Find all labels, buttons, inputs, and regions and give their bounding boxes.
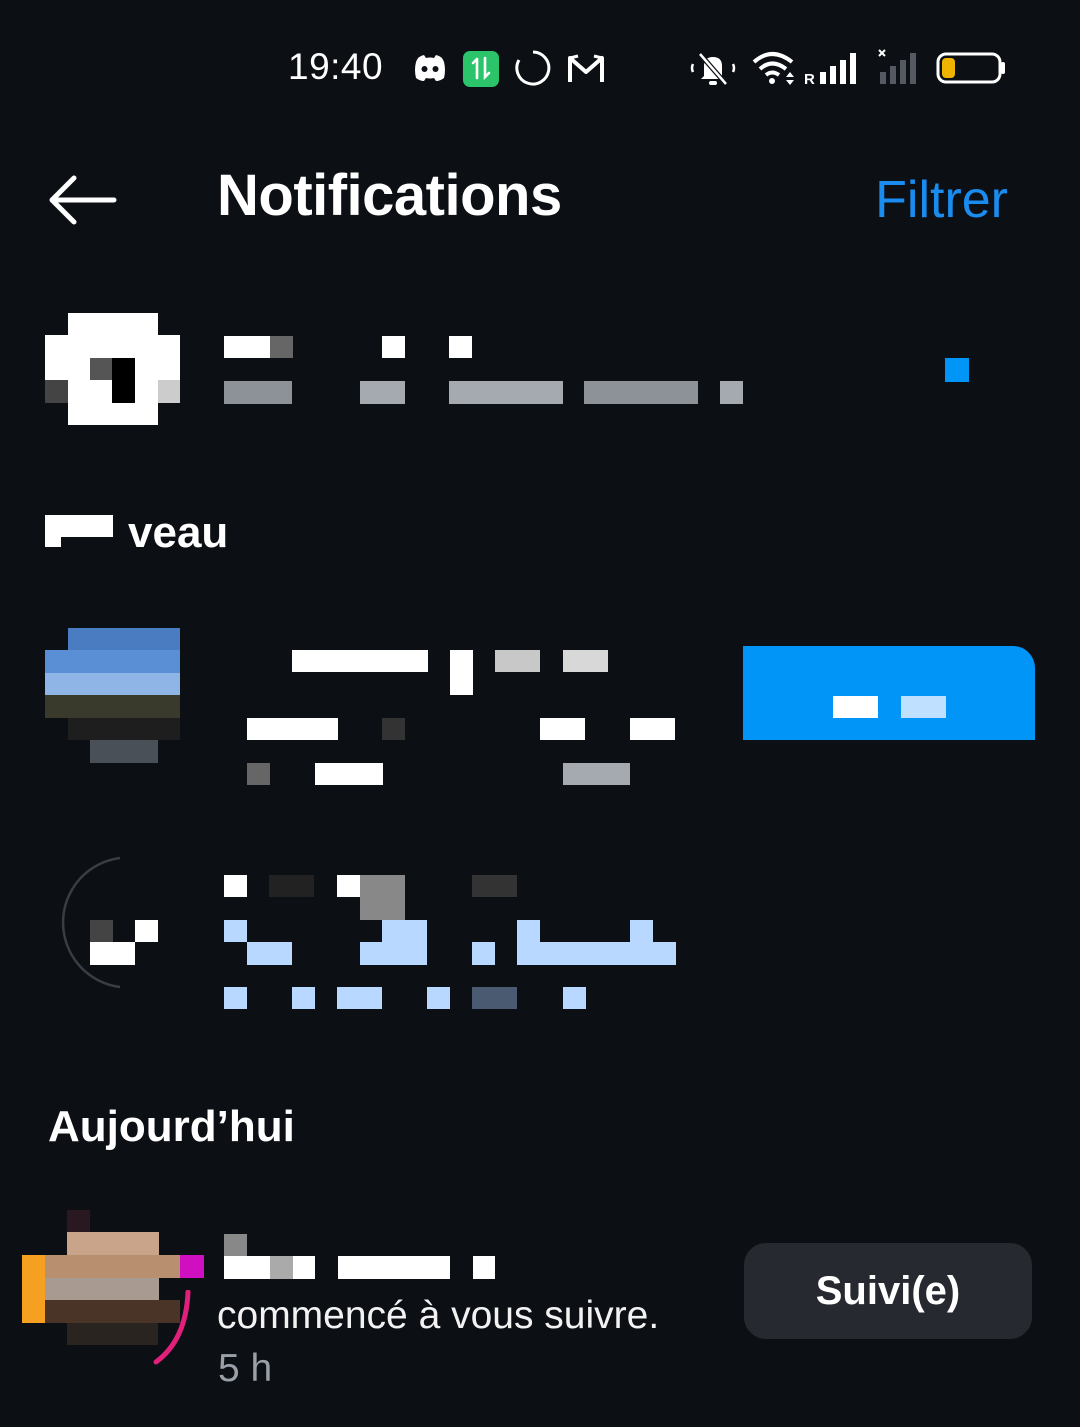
filter-button[interactable]: Filtrer <box>875 170 1008 230</box>
gmail-icon <box>568 54 604 82</box>
status-bar: 19:40 R <box>0 0 1080 130</box>
pixelated-text <box>45 515 125 547</box>
pixelated-text <box>833 696 946 718</box>
pixelated-avatar <box>45 628 180 763</box>
notification-time: 5 h <box>218 1347 273 1390</box>
battery-icon <box>936 52 1005 84</box>
pixelated-text <box>224 875 684 1010</box>
pixelated-avatar <box>90 920 158 965</box>
section-new-heading: veau <box>128 508 229 557</box>
signal-r-icon: R <box>804 53 856 88</box>
status-time: 19:40 <box>288 46 384 87</box>
discord-icon <box>415 55 445 81</box>
pixelated-text <box>224 1234 504 1279</box>
svg-text:R: R <box>804 71 815 88</box>
section-today-heading: Aujourd’hui <box>48 1102 295 1151</box>
pixelated-text <box>224 336 744 406</box>
loading-ring-icon <box>515 50 551 86</box>
arrow-left-icon <box>49 175 117 225</box>
following-button[interactable]: Suivi(e) <box>744 1243 1032 1339</box>
data-transfer-icon <box>463 51 499 87</box>
unread-dot <box>945 358 969 382</box>
pixelated-text <box>224 650 684 785</box>
notification-text: commencé à vous suivre. <box>217 1294 660 1337</box>
story-ring-arc <box>153 1290 191 1365</box>
back-button[interactable] <box>44 170 124 230</box>
mute-icon <box>690 52 736 86</box>
app-header: Notifications Filtrer <box>0 140 1080 260</box>
page-title: Notifications <box>217 163 562 228</box>
action-button-redacted[interactable] <box>743 646 1035 740</box>
signal-none-icon <box>878 49 916 84</box>
wifi-icon <box>752 52 794 85</box>
pixelated-avatar <box>45 313 180 425</box>
